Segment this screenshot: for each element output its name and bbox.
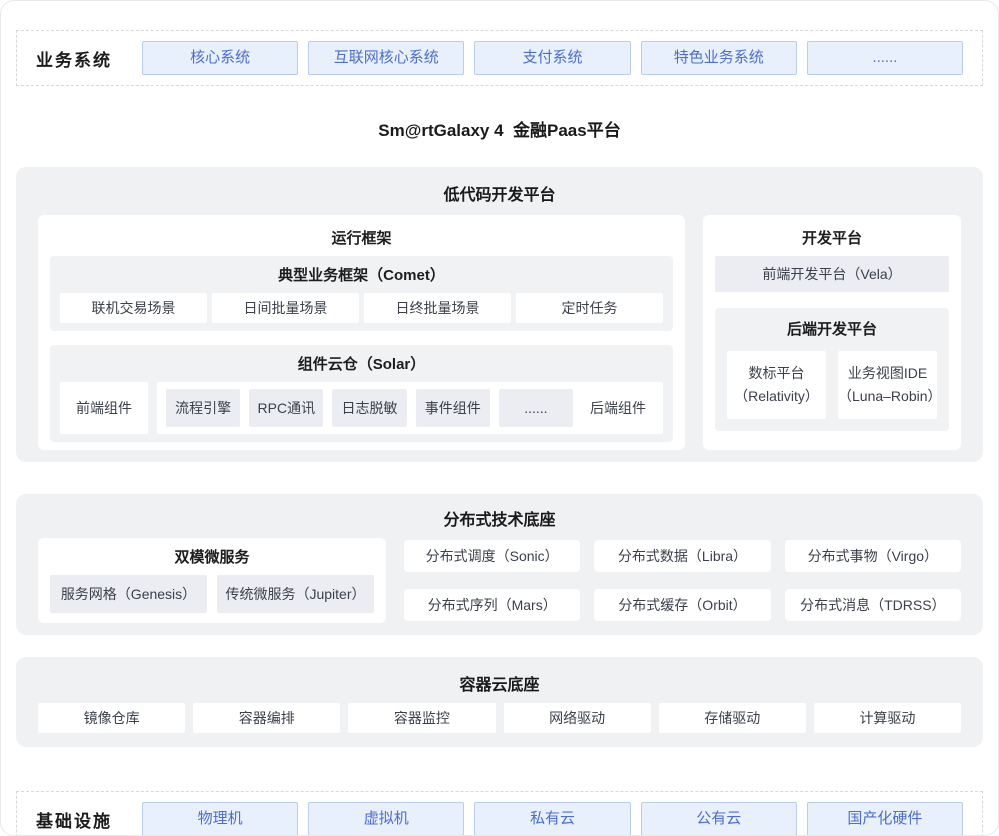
comet-framework-title: 典型业务框架（Comet） bbox=[60, 264, 663, 285]
tdrss-distributed-message: 分布式消息（TDRSS） bbox=[785, 589, 961, 621]
lowcode-content: 运行框架 典型业务框架（Comet） 联机交易场景 日间批量场景 日终批量场景 … bbox=[38, 215, 961, 450]
solar-backend-strip: 流程引擎 RPC通讯 日志脱敏 事件组件 ...... 后端组件 bbox=[157, 382, 663, 434]
dev-platform-title: 开发平台 bbox=[715, 227, 949, 248]
business-system-more: ...... bbox=[807, 41, 963, 75]
luna-robin-name: 业务视图IDE bbox=[848, 362, 927, 385]
solar-items-row: 前端组件 流程引擎 RPC通讯 日志脱敏 事件组件 ...... 后端组件 bbox=[60, 382, 663, 434]
infrastructure-label: 基础设施 bbox=[36, 807, 132, 832]
business-systems-boxes: 核心系统 互联网核心系统 支付系统 特色业务系统 ...... bbox=[142, 41, 963, 75]
relativity-data-platform: 数标平台 （Relativity） bbox=[727, 351, 826, 419]
distributed-base-section: 分布式技术底座 双模微服务 服务网格（Genesis） 传统微服务（Jupite… bbox=[16, 494, 983, 635]
comet-framework-panel: 典型业务框架（Comet） 联机交易场景 日间批量场景 日终批量场景 定时任务 bbox=[50, 256, 673, 331]
luna-robin-codename: （Luna–Robin） bbox=[838, 385, 937, 408]
runtime-framework-panel: 运行框架 典型业务框架（Comet） 联机交易场景 日间批量场景 日终批量场景 … bbox=[38, 215, 685, 450]
container-cloud-section: 容器云底座 镜像仓库 容器编排 容器监控 网络驱动 存储驱动 计算驱动 bbox=[16, 657, 983, 747]
libra-distributed-data: 分布式数据（Libra） bbox=[594, 540, 770, 572]
infra-physical-machine: 物理机 bbox=[142, 802, 298, 836]
genesis-service-mesh: 服务网格（Genesis） bbox=[50, 575, 207, 613]
solar-chip-rpc: RPC通讯 bbox=[249, 389, 323, 427]
container-orchestration: 容器编排 bbox=[193, 703, 340, 733]
comet-items-row: 联机交易场景 日间批量场景 日终批量场景 定时任务 bbox=[60, 293, 663, 323]
business-systems-row: 业务系统 核心系统 互联网核心系统 支付系统 特色业务系统 ...... bbox=[16, 30, 983, 86]
infrastructure-row: 基础设施 物理机 虚拟机 私有云 公有云 国产化硬件 bbox=[16, 791, 983, 836]
container-cloud-title: 容器云底座 bbox=[38, 671, 961, 695]
storage-driver: 存储驱动 bbox=[659, 703, 806, 733]
container-cloud-row: 镜像仓库 容器编排 容器监控 网络驱动 存储驱动 计算驱动 bbox=[38, 703, 961, 733]
backend-dev-row: 数标平台 （Relativity） 业务视图IDE （Luna–Robin） bbox=[727, 351, 937, 419]
architecture-diagram: 业务系统 核心系统 互联网核心系统 支付系统 特色业务系统 ...... Sm@… bbox=[0, 0, 999, 836]
infra-domestic-hardware: 国产化硬件 bbox=[807, 802, 963, 836]
solar-component-panel: 组件云仓（Solar） 前端组件 流程引擎 RPC通讯 日志脱敏 事件组件 ..… bbox=[50, 345, 673, 442]
distributed-services-grid: 分布式调度（Sonic） 分布式数据（Libra） 分布式事物（Virgo） 分… bbox=[404, 538, 961, 623]
solar-backend-components: 后端组件 bbox=[582, 398, 654, 418]
sonic-distributed-scheduling: 分布式调度（Sonic） bbox=[404, 540, 580, 572]
network-driver: 网络驱动 bbox=[504, 703, 651, 733]
comet-item-online-trade: 联机交易场景 bbox=[60, 293, 207, 323]
backend-dev-platform-panel: 后端开发平台 数标平台 （Relativity） 业务视图IDE （Luna–R… bbox=[715, 308, 949, 431]
image-registry: 镜像仓库 bbox=[38, 703, 185, 733]
infra-virtual-machine: 虚拟机 bbox=[308, 802, 464, 836]
solar-chip-log-masking: 日志脱敏 bbox=[332, 389, 406, 427]
virgo-distributed-transaction: 分布式事物（Virgo） bbox=[785, 540, 961, 572]
comet-item-daytime-batch: 日间批量场景 bbox=[212, 293, 359, 323]
infra-private-cloud: 私有云 bbox=[474, 802, 630, 836]
relativity-codename: （Relativity） bbox=[734, 385, 819, 408]
lowcode-platform-title: 低代码开发平台 bbox=[38, 181, 961, 205]
distributed-content: 双模微服务 服务网格（Genesis） 传统微服务（Jupiter） 分布式调度… bbox=[38, 538, 961, 623]
business-system-special: 特色业务系统 bbox=[641, 41, 797, 75]
solar-chip-process-engine: 流程引擎 bbox=[166, 389, 240, 427]
relativity-name: 数标平台 bbox=[749, 362, 805, 385]
compute-driver: 计算驱动 bbox=[814, 703, 961, 733]
business-system-internet-core: 互联网核心系统 bbox=[308, 41, 464, 75]
dev-platform-panel: 开发平台 前端开发平台（Vela） 后端开发平台 数标平台 （Relativit… bbox=[703, 215, 961, 450]
comet-item-scheduled-task: 定时任务 bbox=[516, 293, 663, 323]
container-monitoring: 容器监控 bbox=[348, 703, 495, 733]
lowcode-platform-section: 低代码开发平台 运行框架 典型业务框架（Comet） 联机交易场景 日间批量场景… bbox=[16, 167, 983, 462]
business-system-payment: 支付系统 bbox=[474, 41, 630, 75]
solar-frontend-components: 前端组件 bbox=[60, 382, 148, 434]
solar-chip-event: 事件组件 bbox=[416, 389, 490, 427]
jupiter-traditional-microservice: 传统微服务（Jupiter） bbox=[217, 575, 374, 613]
infra-public-cloud: 公有云 bbox=[641, 802, 797, 836]
solar-chip-more: ...... bbox=[499, 389, 573, 427]
infrastructure-boxes: 物理机 虚拟机 私有云 公有云 国产化硬件 bbox=[142, 802, 963, 836]
vela-frontend-dev-platform: 前端开发平台（Vela） bbox=[715, 256, 949, 292]
mars-distributed-sequence: 分布式序列（Mars） bbox=[404, 589, 580, 621]
business-systems-label: 业务系统 bbox=[36, 46, 132, 71]
distributed-base-title: 分布式技术底座 bbox=[38, 506, 961, 530]
dual-mode-microservice-title: 双模微服务 bbox=[50, 546, 374, 567]
dual-mode-microservice-panel: 双模微服务 服务网格（Genesis） 传统微服务（Jupiter） bbox=[38, 538, 386, 623]
comet-item-eod-batch: 日终批量场景 bbox=[364, 293, 511, 323]
platform-title: Sm@rtGalaxy 4 金融Paas平台 bbox=[16, 116, 983, 141]
orbit-distributed-cache: 分布式缓存（Orbit） bbox=[594, 589, 770, 621]
dual-mode-row: 服务网格（Genesis） 传统微服务（Jupiter） bbox=[50, 575, 374, 613]
solar-component-title: 组件云仓（Solar） bbox=[60, 353, 663, 374]
runtime-framework-title: 运行框架 bbox=[50, 227, 673, 248]
backend-dev-platform-title: 后端开发平台 bbox=[727, 318, 937, 339]
business-system-core: 核心系统 bbox=[142, 41, 298, 75]
luna-robin-business-view-ide: 业务视图IDE （Luna–Robin） bbox=[838, 351, 937, 419]
